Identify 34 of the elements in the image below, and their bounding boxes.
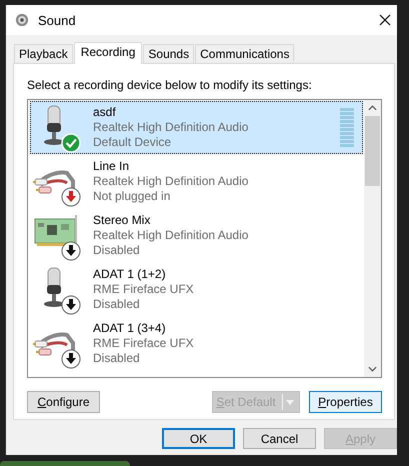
tab[interactable]: Recording [74, 42, 142, 64]
device-name: Stereo Mix [93, 213, 152, 228]
device-name: ADAT 1 (1+2) [93, 267, 167, 282]
tab[interactable]: Sounds [143, 44, 194, 63]
scroll-up-icon[interactable] [368, 105, 377, 111]
device-name: Line In [93, 159, 130, 174]
level-meter-icon [340, 108, 354, 148]
window-title: Sound [38, 12, 77, 28]
close-icon[interactable] [379, 14, 391, 26]
button[interactable]: OK [162, 428, 235, 449]
device-driver: RME Fireface UFX [93, 336, 195, 351]
scrollbar[interactable] [364, 100, 381, 377]
device-status: Disabled [93, 243, 141, 258]
device-driver: Realtek High Definition Audio [93, 120, 250, 135]
device-status: Not plugged in [93, 189, 172, 204]
button[interactable]: Cancel [243, 428, 316, 449]
device-item[interactable]: asdf Realtek High Definition Audio Default Device [30, 101, 363, 154]
device-item[interactable]: Line In Realtek High Definition Audio Not plugged in [30, 155, 363, 208]
device-name: asdf [93, 105, 117, 120]
device-driver: Realtek High Definition Audio [93, 174, 250, 189]
device-status: Disabled [93, 297, 141, 312]
device-driver: Realtek High Definition Audio [93, 228, 250, 243]
tab[interactable]: Playback [14, 44, 73, 63]
device-status: Disabled [93, 351, 141, 366]
device-driver: RME Fireface UFX [93, 282, 195, 297]
device-name: ADAT 1 (3+4) [93, 321, 167, 336]
speaker-icon [15, 13, 29, 27]
tab[interactable]: Communications [195, 44, 294, 63]
device-status: Default Device [93, 135, 172, 150]
button[interactable]: Properties [309, 391, 382, 413]
scrollbar-thumb[interactable] [365, 116, 380, 186]
scroll-down-icon[interactable] [368, 366, 377, 372]
button[interactable]: Configure [27, 391, 100, 413]
instruction-text: Select a recording device below to modify its settings: [27, 77, 313, 93]
